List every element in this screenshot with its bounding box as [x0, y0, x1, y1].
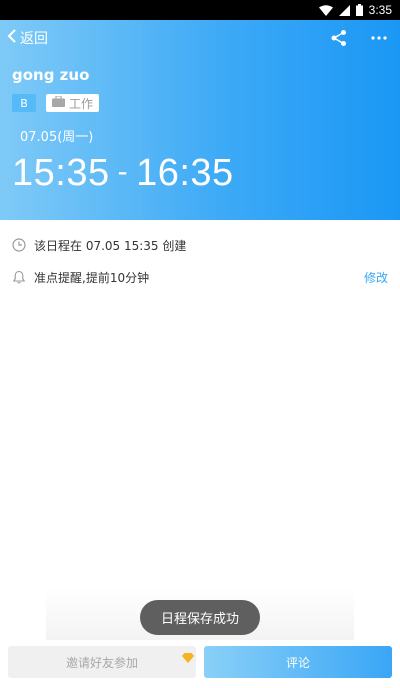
created-text: 该日程在 07.05 15:35 创建 [34, 239, 187, 253]
time-range: 15:35-16:35 [12, 152, 234, 195]
comment-button[interactable]: 评论 [204, 646, 392, 678]
category-label: 工作 [69, 96, 94, 111]
chevron-left-icon [6, 28, 18, 48]
end-time: 16:35 [136, 152, 234, 194]
priority-badge: B [12, 94, 36, 112]
status-bar: 3:35 [0, 0, 400, 20]
save-success-toast: 日程保存成功 [140, 600, 260, 635]
bell-icon [12, 270, 26, 284]
start-time: 15:35 [12, 152, 110, 194]
reminder-text: 准点提醒,提前10分钟 [34, 271, 150, 285]
schedule-title: gong zuo [12, 66, 90, 84]
wifi-icon [318, 4, 333, 16]
more-icon[interactable] [370, 29, 388, 47]
time-separator: - [117, 155, 129, 188]
created-row: 该日程在 07.05 15:35 创建 [0, 234, 400, 256]
status-time: 3:35 [368, 3, 392, 17]
schedule-header: 返回 gong zuo B 工作 07.05(周一) 15:35-16:35 [0, 20, 400, 220]
briefcase-icon [52, 95, 65, 110]
signal-icon [338, 4, 350, 16]
reminder-row: 准点提醒,提前10分钟 修改 [0, 266, 400, 288]
share-icon[interactable] [330, 29, 348, 47]
clock-icon [12, 238, 26, 252]
category-badge: 工作 [46, 94, 100, 112]
battery-icon [355, 4, 363, 16]
schedule-date: 07.05(周一) [20, 130, 94, 145]
invite-friends-button[interactable]: 邀请好友参加 [8, 646, 196, 678]
back-button[interactable]: 返回 [6, 28, 48, 48]
vip-diamond-icon [182, 648, 194, 663]
back-label: 返回 [20, 31, 48, 47]
edit-reminder-link[interactable]: 修改 [364, 269, 388, 286]
